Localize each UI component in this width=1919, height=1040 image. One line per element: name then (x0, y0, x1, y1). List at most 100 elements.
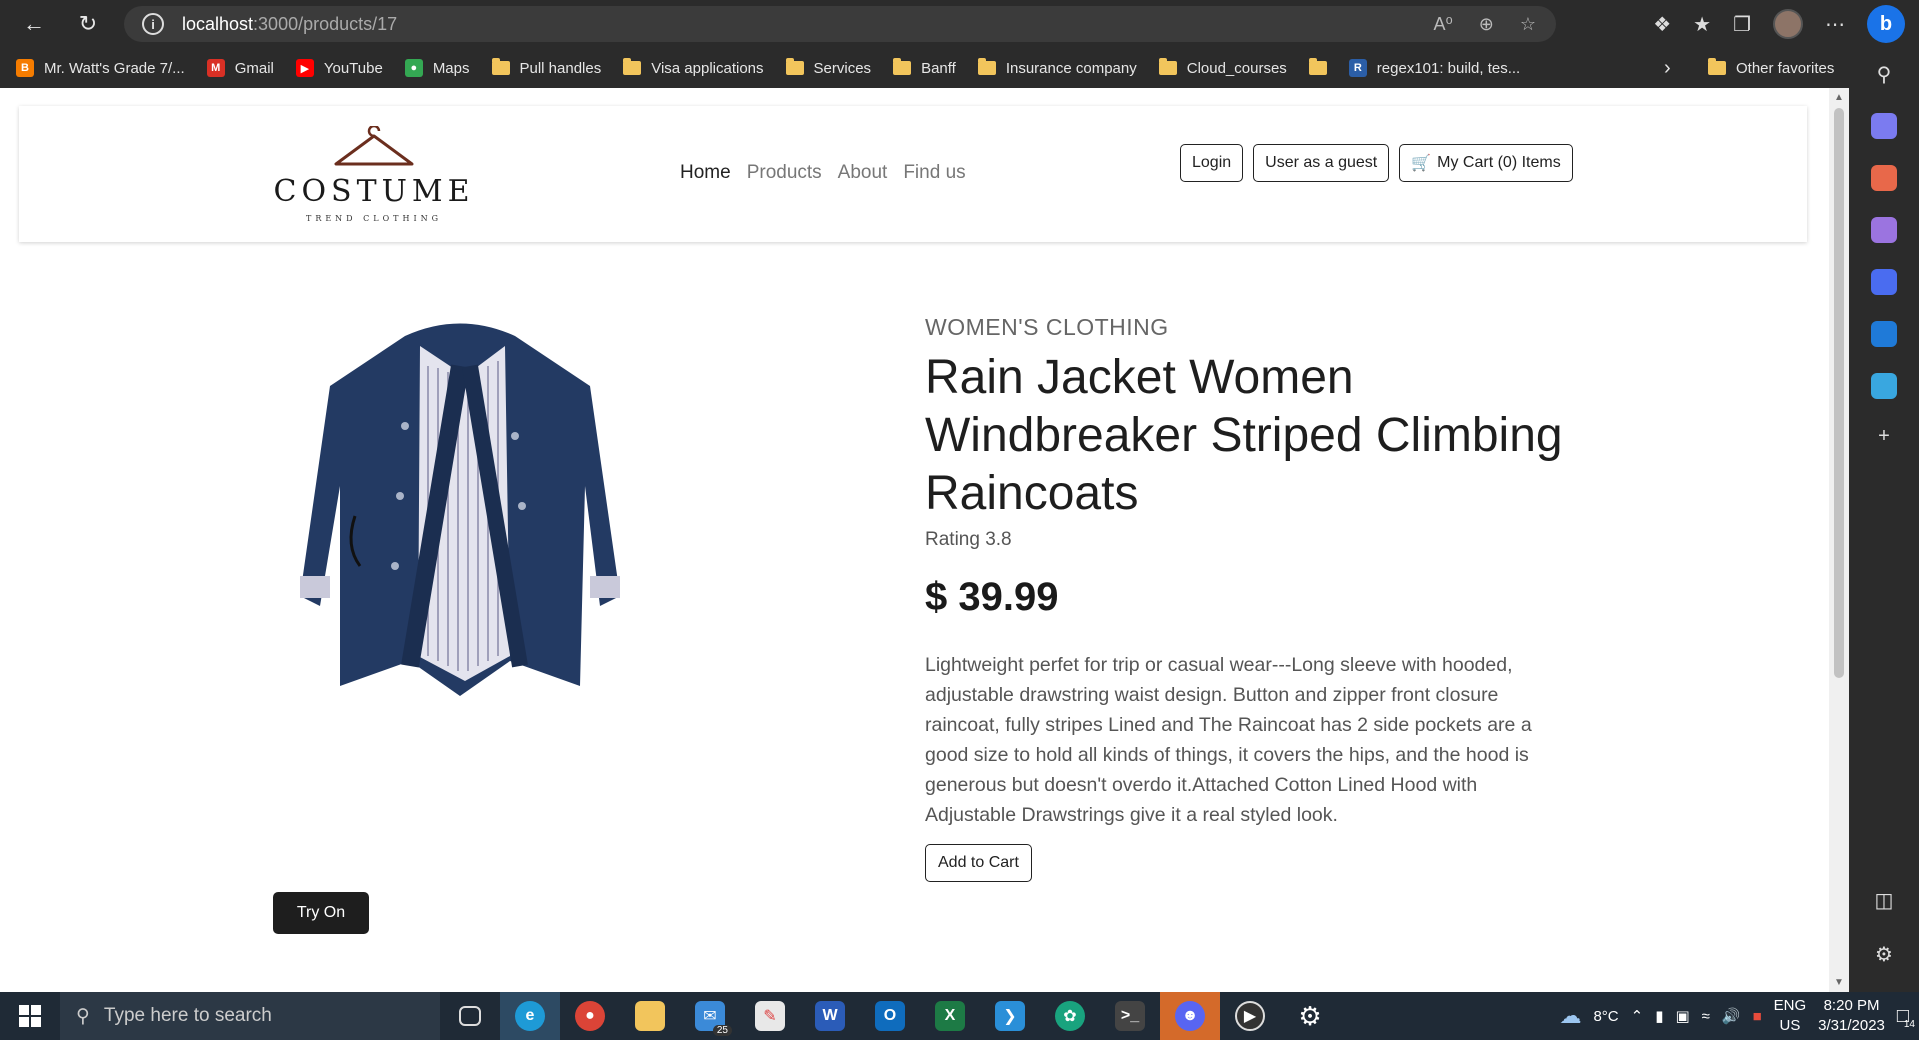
nav-home[interactable]: Home (680, 162, 731, 184)
file-explorer-icon[interactable] (620, 992, 680, 1040)
outlook-icon[interactable]: O (860, 992, 920, 1040)
bookmark-folder[interactable]: Insurance company (977, 58, 1137, 77)
bookmark-folder[interactable]: Services (785, 58, 871, 77)
other-favorites[interactable]: Other favorites (1708, 58, 1834, 77)
address-bar[interactable]: i localhost :3000/products/17 A⁰ ⊕ ☆ (124, 6, 1556, 42)
scroll-up-icon[interactable]: ▲ (1834, 92, 1844, 103)
page-scrollbar[interactable]: ▲ ▼ (1829, 88, 1849, 992)
bookmark-folder[interactable]: Banff (893, 58, 956, 77)
edge-icon[interactable]: e (500, 992, 560, 1040)
nav-products[interactable]: Products (747, 162, 822, 184)
chrome-icon[interactable]: ● (560, 992, 620, 1040)
discord-icon[interactable]: ☻ (1160, 992, 1220, 1040)
site-navbar: COSTUME TREND CLOTHING Home Products Abo… (19, 106, 1807, 242)
weather-icon[interactable]: ☁ (1559, 1003, 1581, 1029)
bookmark-item[interactable]: ▶ YouTube (295, 59, 383, 77)
windows-start-icon[interactable] (0, 992, 60, 1040)
chatgpt-icon[interactable]: ✿ (1040, 992, 1100, 1040)
back-arrow-icon[interactable]: ← (14, 4, 54, 44)
main-nav: Home Products About Find us (680, 162, 966, 184)
bookmark-folder[interactable]: Visa applications (623, 58, 764, 77)
guest-button[interactable]: User as a guest (1253, 144, 1390, 182)
bookmark-item[interactable]: R regex101: build, tes... (1348, 59, 1520, 77)
more-menu-icon[interactable]: ⋯ (1825, 12, 1845, 37)
scroll-down-icon[interactable]: ▼ (1834, 977, 1844, 988)
bookmark-item[interactable]: B Mr. Watt's Grade 7/... (16, 59, 185, 77)
maps-icon: ● (404, 59, 423, 77)
login-button[interactable]: Login (1180, 144, 1244, 182)
bing-chat-icon[interactable]: b (1867, 5, 1905, 43)
costume-logo[interactable]: COSTUME TREND CLOTHING (264, 126, 484, 226)
gear-icon[interactable]: ⚙ (1875, 942, 1893, 967)
weather-temp[interactable]: 8°C (1593, 1008, 1618, 1025)
settings-icon[interactable]: ⚙ (1280, 992, 1340, 1040)
collections-icon[interactable]: ❐ (1733, 12, 1751, 37)
meet-icon[interactable]: ▣ (1675, 1007, 1689, 1025)
read-aloud-icon[interactable]: A⁰ (1434, 14, 1453, 35)
word-icon[interactable]: W (800, 992, 860, 1040)
media-player-icon[interactable]: ▶ (1220, 992, 1280, 1040)
search-icon: ⚲ (76, 1005, 90, 1027)
taskbar-search-placeholder: Type here to search (103, 1005, 272, 1026)
nav-find-us[interactable]: Find us (903, 162, 965, 184)
product-price: $ 39.99 (925, 575, 1059, 619)
page-viewport: COSTUME TREND CLOTHING Home Products Abo… (0, 88, 1829, 992)
outlook-icon[interactable] (1871, 321, 1897, 347)
app-tray-icon[interactable]: ■ (1753, 1008, 1762, 1025)
excel-icon[interactable]: X (920, 992, 980, 1040)
cart-label: My Cart (0) Items (1437, 154, 1561, 171)
bookmarks-bar: B Mr. Watt's Grade 7/... M Gmail ▶ YouTu… (0, 48, 1919, 88)
paint-icon[interactable]: ✎ (740, 992, 800, 1040)
folder-icon (1158, 58, 1177, 75)
drop-icon[interactable] (1871, 373, 1897, 399)
add-icon[interactable]: + (1878, 425, 1890, 448)
profile-avatar[interactable] (1773, 9, 1803, 39)
battery-icon[interactable]: ▮ (1655, 1007, 1663, 1025)
chevron-up-icon[interactable]: ⌃ (1631, 1007, 1644, 1025)
terminal-icon[interactable]: >_ (1100, 992, 1160, 1040)
try-on-button[interactable]: Try On (273, 892, 369, 934)
add-favorite-icon[interactable]: ☆ (1520, 14, 1536, 35)
mail-icon[interactable]: ✉ 25 (680, 992, 740, 1040)
product-rating: Rating 3.8 (925, 529, 1012, 550)
volume-icon[interactable]: 🔊 (1722, 1007, 1741, 1025)
nav-about[interactable]: About (838, 162, 888, 184)
site-info-icon[interactable]: i (142, 13, 164, 35)
folder-icon (1308, 58, 1327, 75)
bookmark-folder[interactable]: Pull handles (491, 58, 601, 77)
nav-actions: Login User as a guest 🛒 My Cart (0) Item… (1180, 144, 1573, 182)
refresh-icon[interactable]: ↻ (68, 4, 108, 44)
task-view-icon[interactable] (440, 992, 500, 1040)
bookmark-item[interactable]: ● Maps (404, 59, 470, 77)
folder-icon (977, 58, 996, 75)
search-icon[interactable]: ⚲ (1877, 62, 1892, 87)
bookmark-folder[interactable] (1308, 58, 1327, 75)
language-indicator[interactable]: ENG US (1774, 996, 1807, 1036)
tools-icon[interactable] (1871, 165, 1897, 191)
bookmark-item[interactable]: M Gmail (206, 59, 274, 77)
cart-button[interactable]: 🛒 My Cart (0) Items (1399, 144, 1573, 182)
folder-icon (893, 58, 912, 75)
taskbar-search[interactable]: ⚲ Type here to search (60, 992, 440, 1040)
system-tray: ☁ 8°C ⌃ ▮ ▣ ≈ 🔊 ■ ENG US 8:20 PM 3/31/20… (1559, 992, 1919, 1040)
product-info: WOMEN'S CLOTHING Rain Jacket Women Windb… (925, 314, 1565, 882)
microsoft365-icon[interactable] (1871, 269, 1897, 295)
scroll-thumb[interactable] (1834, 108, 1844, 678)
chevron-right-icon[interactable]: › (1664, 57, 1671, 80)
extensions-icon[interactable]: ❖ (1653, 12, 1671, 37)
youtube-icon: ▶ (295, 59, 314, 77)
gmail-icon: M (206, 59, 225, 77)
edge-sidebar: ⚲ + ◫ ⚙ (1849, 48, 1919, 992)
bookmark-folder[interactable]: Cloud_courses (1158, 58, 1287, 77)
sidebar-toggle-icon[interactable]: ◫ (1875, 888, 1894, 913)
zoom-icon[interactable]: ⊕ (1479, 14, 1494, 35)
wifi-icon[interactable]: ≈ (1702, 1008, 1710, 1025)
shopping-icon[interactable] (1871, 113, 1897, 139)
favorites-icon[interactable]: ★ (1693, 12, 1711, 37)
clock[interactable]: 8:20 PM 3/31/2023 (1818, 996, 1885, 1036)
notifications-icon[interactable]: □ 14 (1897, 1005, 1915, 1030)
add-to-cart-button[interactable]: Add to Cart (925, 844, 1032, 882)
folder-icon (785, 58, 804, 75)
games-icon[interactable] (1871, 217, 1897, 243)
vscode-icon[interactable]: ❯ (980, 992, 1040, 1040)
